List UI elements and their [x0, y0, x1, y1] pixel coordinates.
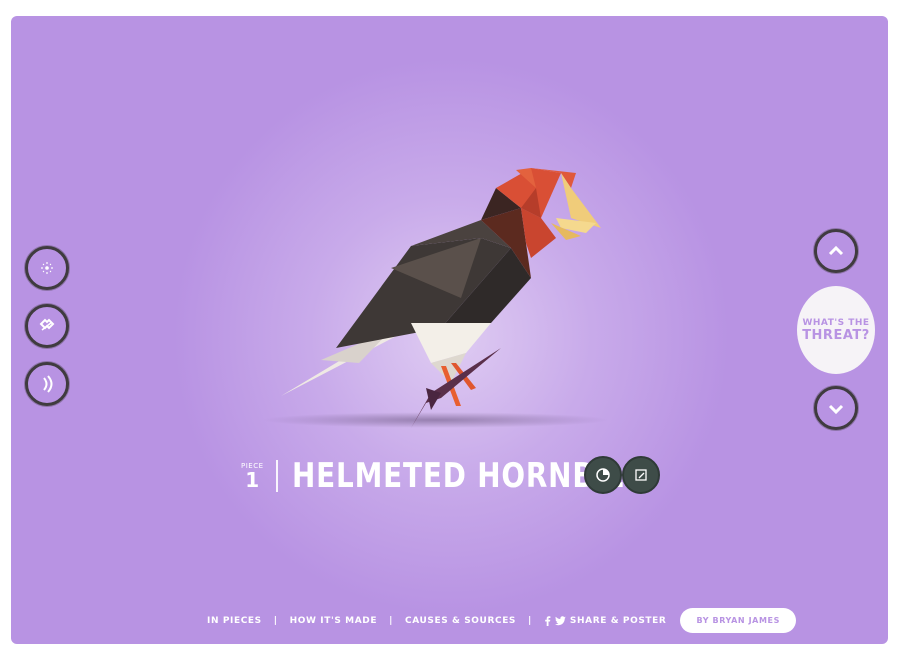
main-stage: WHAT'S THE THREAT? PIECE 1 HELMETED HORN…: [11, 16, 888, 644]
next-button[interactable]: [814, 386, 858, 430]
author-credit-button[interactable]: BY BRYAN JAMES: [680, 608, 796, 633]
share-poster-link[interactable]: SHARE & POSTER: [544, 616, 667, 626]
footer-separator: |: [273, 615, 278, 626]
shuffle-button[interactable]: [25, 304, 69, 348]
share-poster-label: SHARE & POSTER: [569, 615, 667, 626]
threat-label-line2: THREAT?: [802, 327, 870, 343]
chevron-up-icon: [828, 245, 844, 256]
facebook-icon[interactable]: [544, 615, 551, 626]
twitter-icon[interactable]: [554, 615, 566, 626]
edit-button[interactable]: [622, 456, 660, 494]
dots-icon: [41, 262, 53, 274]
edit-icon: [635, 469, 647, 481]
footer-separator: |: [528, 615, 532, 626]
footer-link-causes-sources[interactable]: CAUSES & SOURCES: [405, 616, 516, 626]
piece-indicator: PIECE 1: [241, 462, 264, 490]
timeline-button[interactable]: [584, 456, 622, 494]
species-name: HELMETED HORNBILL: [291, 456, 643, 496]
chevron-down-icon: [828, 404, 844, 415]
sound-button[interactable]: [25, 362, 69, 406]
whats-the-threat-button[interactable]: WHAT'S THE THREAT?: [797, 286, 875, 374]
footer-nav: IN PIECES | HOW IT'S MADE | CAUSES & SOU…: [207, 608, 796, 633]
previous-button[interactable]: [814, 229, 858, 273]
piece-number: 1: [245, 468, 260, 492]
footer-separator: |: [389, 615, 393, 626]
species-title-row: PIECE 1 HELMETED HORNBILL: [241, 456, 643, 496]
title-divider: [275, 460, 278, 492]
threat-label-line1: WHAT'S THE: [802, 317, 870, 328]
particles-button[interactable]: [25, 246, 69, 290]
footer-link-how-its-made[interactable]: HOW IT'S MADE: [290, 616, 377, 626]
sound-icon: [43, 375, 53, 393]
clock-icon: [596, 468, 610, 482]
hornbill-illustration: [281, 168, 601, 428]
footer-link-in-pieces[interactable]: IN PIECES: [207, 616, 262, 626]
shuffle-icon: [39, 318, 55, 331]
